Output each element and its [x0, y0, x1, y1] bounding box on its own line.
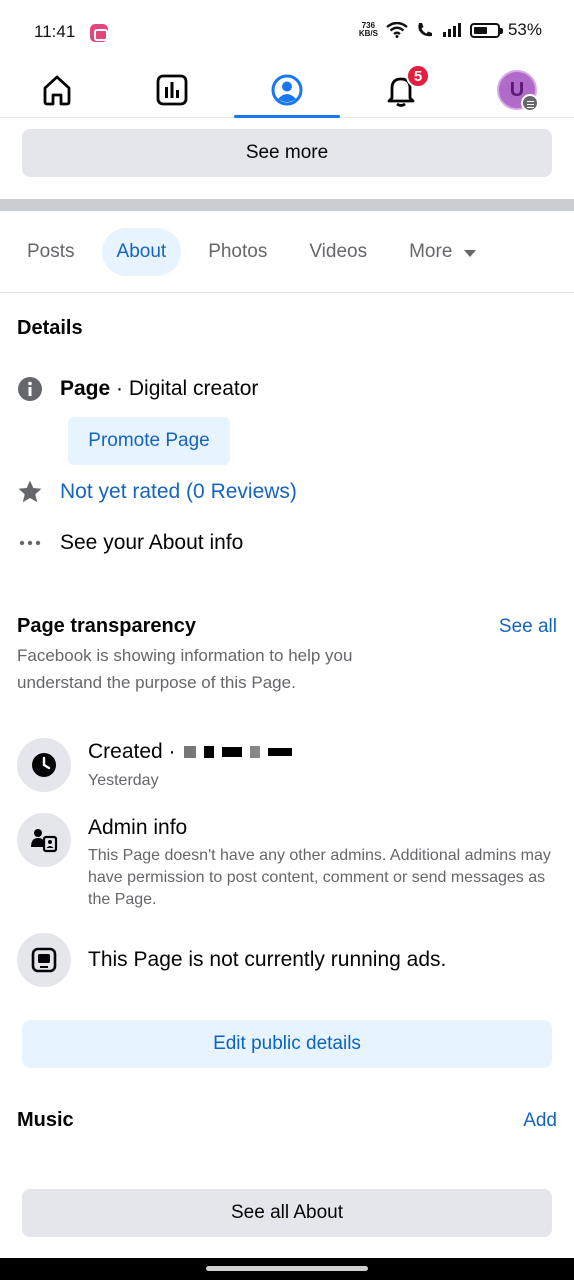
admin-info-description: This Page doesn't have any other admins.… — [88, 847, 551, 908]
details-heading: Details — [17, 317, 83, 339]
battery-icon — [469, 22, 503, 38]
clock-icon — [32, 753, 56, 777]
section-divider — [0, 199, 574, 211]
status-bar: 11:41 736 KB/S 53% — [0, 0, 574, 62]
net-speed-unit: KB/S — [358, 29, 378, 38]
music-add-link[interactable]: Add — [523, 1110, 557, 1132]
created-title: Created · — [88, 740, 292, 764]
about-info-row[interactable]: See your About info — [17, 531, 243, 555]
music-heading: Music — [17, 1109, 74, 1131]
tab-about[interactable]: About — [101, 228, 182, 276]
app-notification-icon — [90, 24, 108, 42]
admin-person-icon — [31, 829, 58, 853]
created-subtitle: Yesterday — [88, 772, 159, 789]
nav-profile[interactable] — [234, 62, 340, 118]
promote-page-button[interactable]: Promote Page — [68, 417, 230, 465]
tab-photos[interactable]: Photos — [193, 228, 282, 276]
nav-home[interactable] — [4, 62, 110, 118]
signal-icon — [442, 23, 461, 37]
info-icon — [17, 376, 43, 402]
ads-status: This Page is not currently running ads. — [88, 948, 447, 971]
ads-icon-wrap — [17, 933, 71, 987]
dashboard-icon — [156, 74, 188, 106]
transparency-heading: Page transparency — [17, 615, 196, 637]
rating-link[interactable]: Not yet rated (0 Reviews) — [60, 480, 297, 504]
menu-icon — [521, 94, 539, 112]
status-time: 11:41 — [34, 22, 76, 41]
account-avatar: U — [497, 70, 539, 112]
home-gesture-handle[interactable] — [206, 1266, 368, 1271]
tab-more-label: More — [409, 241, 453, 262]
caret-down-icon — [464, 249, 477, 257]
transparency-description: Facebook is showing information to help … — [17, 646, 353, 692]
status-right-cluster: 736 KB/S 53% — [359, 20, 542, 40]
profile-tabs: Posts About Photos Videos More — [12, 228, 503, 276]
admin-info-title: Admin info — [88, 816, 188, 839]
notification-badge: 5 — [406, 64, 430, 88]
wifi-call-icon — [418, 23, 432, 37]
wifi-icon — [386, 22, 408, 38]
nav-dashboard[interactable] — [119, 62, 225, 118]
edit-public-details-button[interactable]: Edit public details — [22, 1020, 552, 1068]
nav-account[interactable]: U — [464, 62, 570, 118]
net-speed: 736 KB/S — [359, 22, 378, 38]
admin-icon-wrap — [17, 813, 71, 867]
created-label: Created · — [88, 740, 176, 763]
profile-icon — [271, 74, 303, 106]
page-type-label: Page — [60, 377, 111, 400]
battery-percent: 53% — [507, 20, 542, 39]
page-category-row: Page · Digital creator — [17, 376, 258, 402]
tab-videos[interactable]: Videos — [294, 228, 382, 276]
tab-more[interactable]: More — [394, 228, 491, 276]
star-icon — [17, 479, 43, 505]
about-info-label: See your About info — [60, 531, 244, 554]
tab-posts[interactable]: Posts — [12, 228, 90, 276]
tabs-divider — [0, 292, 574, 293]
top-navigation: 5 U — [0, 62, 574, 118]
page-category: · Digital creator — [110, 377, 259, 400]
more-dots-icon — [17, 539, 43, 547]
see-all-about-button[interactable]: See all About — [22, 1189, 552, 1237]
created-icon-wrap — [17, 738, 71, 792]
nav-notifications[interactable]: 5 — [348, 62, 454, 118]
ads-screen-icon — [31, 947, 57, 973]
rating-row[interactable]: Not yet rated (0 Reviews) — [17, 479, 297, 505]
home-icon — [43, 75, 71, 106]
transparency-see-all-link[interactable]: See all — [499, 616, 557, 638]
see-more-button[interactable]: See more — [22, 129, 552, 177]
redacted-date — [183, 746, 292, 758]
